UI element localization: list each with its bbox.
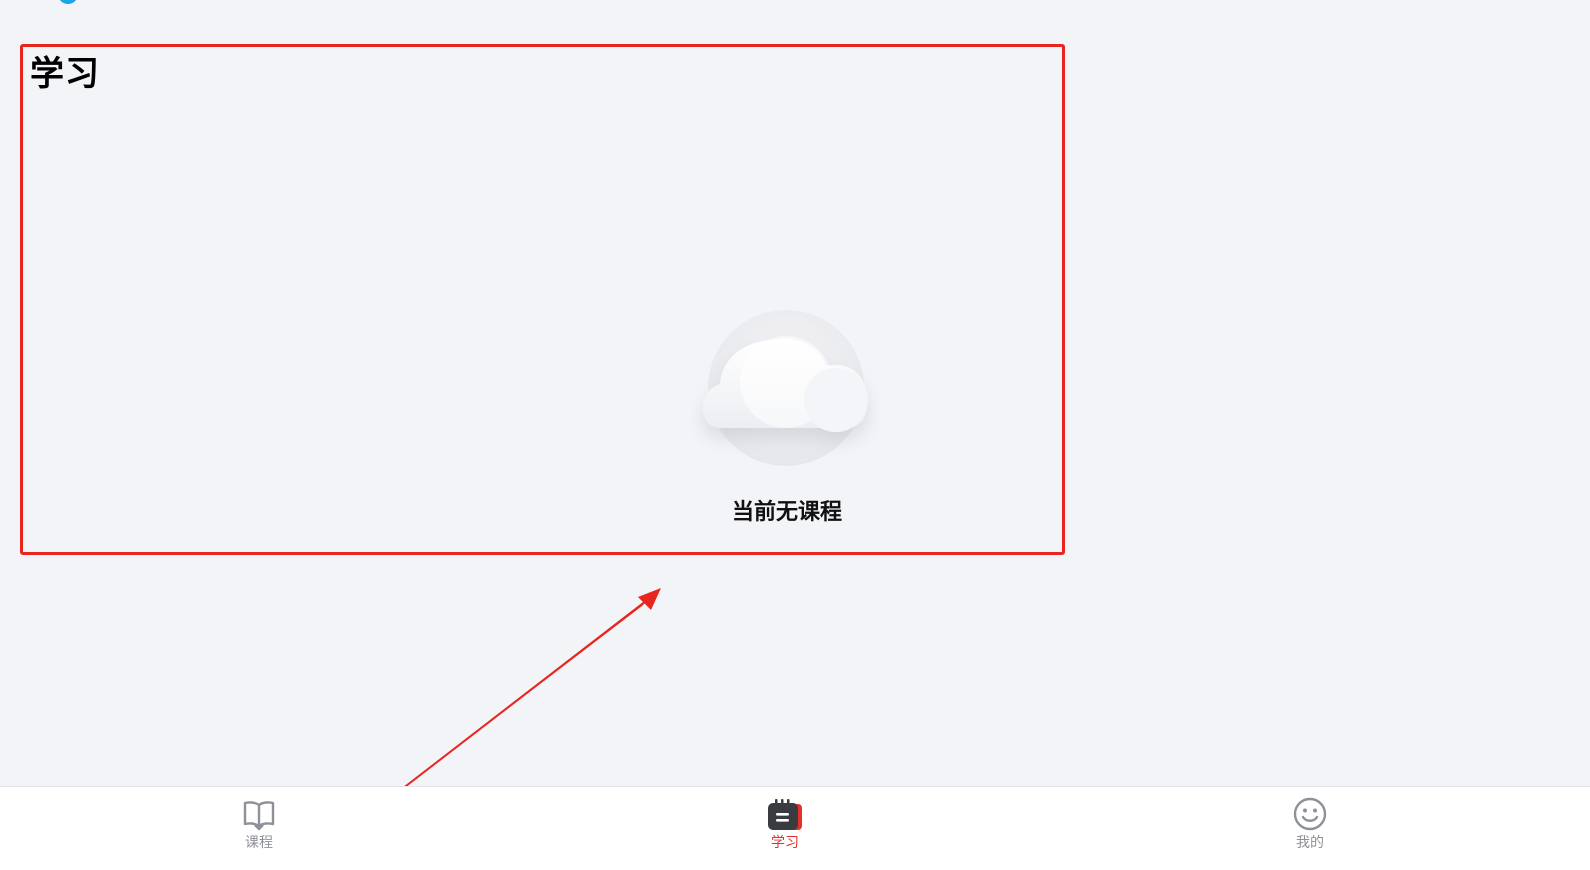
tab-study[interactable]: 学习	[725, 787, 845, 870]
tab-courses[interactable]: 课程	[199, 787, 319, 870]
annotation-highlight-box	[20, 44, 1065, 555]
empty-state-message: 当前无课程	[731, 500, 842, 525]
screen: 学习 当前无课程 课程 学习 我的	[0, 0, 1590, 870]
tab-study-label: 学习	[771, 835, 799, 851]
tab-mine-label: 我的	[1296, 835, 1324, 851]
cloud-icon	[702, 310, 868, 466]
empty-state-illustration	[690, 300, 880, 480]
open-book-icon	[243, 801, 275, 831]
page-title: 学习	[30, 54, 100, 94]
tab-courses-label: 课程	[245, 835, 273, 851]
study-notebook-icon	[768, 799, 802, 830]
status-indicator-dot	[58, 0, 78, 4]
tab-mine[interactable]: 我的	[1250, 787, 1370, 870]
bottom-tab-bar: 课程 学习 我的	[0, 786, 1590, 870]
smiley-face-icon	[1293, 797, 1327, 831]
